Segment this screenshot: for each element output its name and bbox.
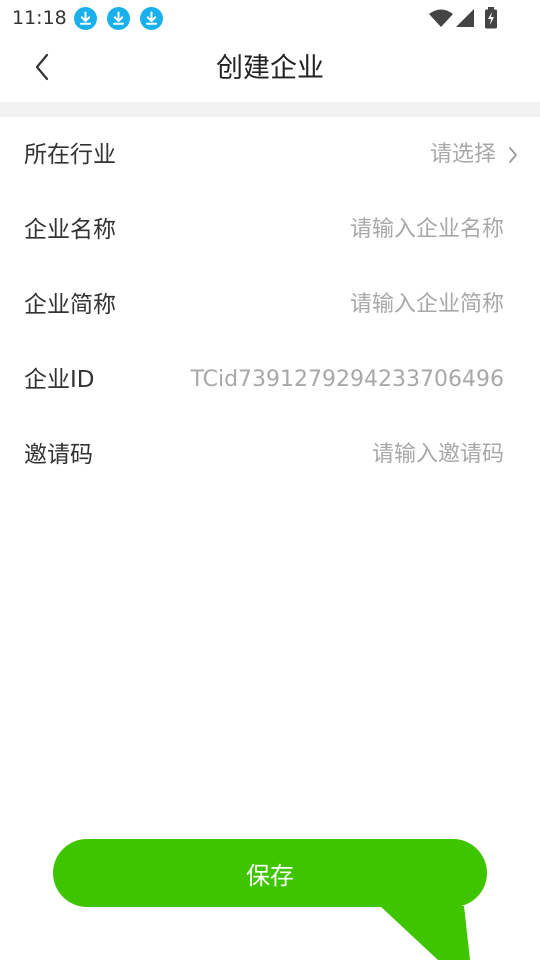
nav-bar: 创建企业 <box>0 36 540 102</box>
battery-charging-icon <box>484 7 498 33</box>
industry-label: 所在行业 <box>24 142 116 168</box>
company-id-value: TCid7391279294233706496 <box>190 367 504 392</box>
company-short-name-input[interactable]: 请输入企业简称 <box>350 291 504 319</box>
save-button[interactable]: 保存 <box>53 839 487 907</box>
company-id-label: 企业ID <box>24 367 95 393</box>
download-icon <box>107 7 130 30</box>
download-icon <box>140 7 163 30</box>
company-form: 所在行业 请选择 企业名称 请输入企业名称 企业简称 请输入企业简称 企业ID … <box>0 117 540 492</box>
company-id-row: 企业ID TCid7391279294233706496 <box>0 342 540 417</box>
company-name-row: 企业名称 请输入企业名称 <box>0 192 540 267</box>
status-time: 11:18 <box>12 7 67 29</box>
page-title: 创建企业 <box>216 53 324 84</box>
signal-icon <box>455 8 475 32</box>
status-bar: 11:18 <box>0 0 540 36</box>
chevron-right-icon <box>508 146 518 168</box>
section-divider <box>0 102 540 117</box>
industry-select[interactable]: 请选择 <box>430 141 496 169</box>
industry-row[interactable]: 所在行业 请选择 <box>0 117 540 192</box>
corner-decoration <box>380 906 470 960</box>
company-name-label: 企业名称 <box>24 217 116 243</box>
wifi-icon <box>428 8 454 32</box>
invite-code-input[interactable]: 请输入邀请码 <box>372 441 504 469</box>
company-short-name-row: 企业简称 请输入企业简称 <box>0 267 540 342</box>
invite-code-label: 邀请码 <box>24 442 93 468</box>
invite-code-row: 邀请码 请输入邀请码 <box>0 417 540 492</box>
company-short-name-label: 企业简称 <box>24 292 116 318</box>
company-name-input[interactable]: 请输入企业名称 <box>350 216 504 244</box>
download-icon <box>74 7 97 30</box>
